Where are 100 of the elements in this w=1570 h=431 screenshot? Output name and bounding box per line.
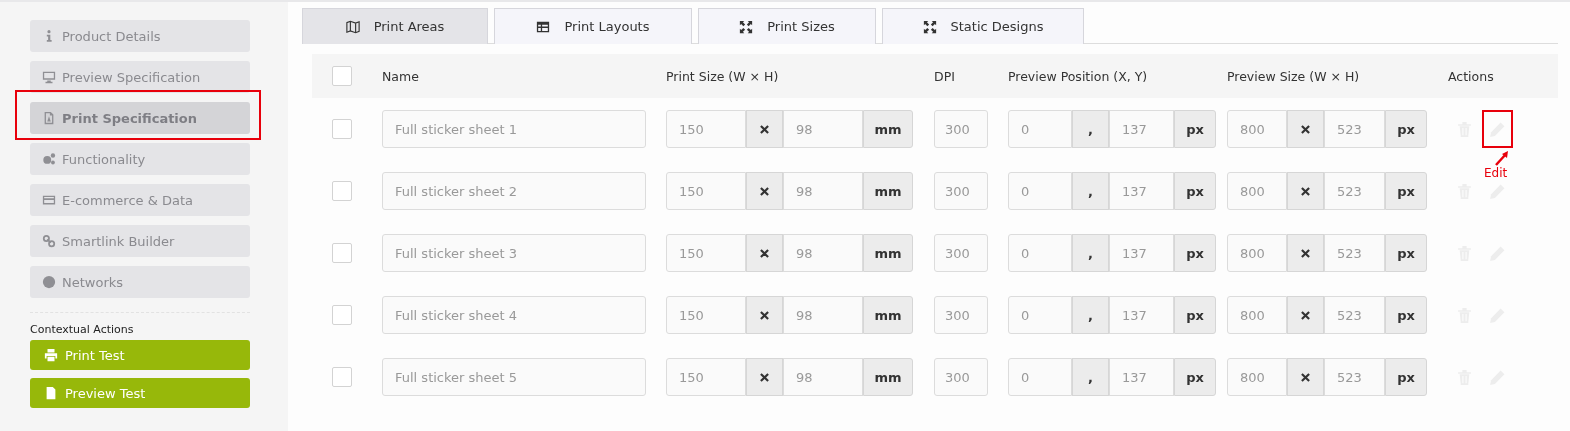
- unit-addon: px: [1174, 296, 1216, 334]
- y-field[interactable]: 137: [1109, 234, 1174, 272]
- x-field[interactable]: 0: [1008, 358, 1072, 396]
- height-field[interactable]: 523: [1324, 234, 1385, 272]
- dpi-field[interactable]: 300: [934, 234, 988, 272]
- width-field[interactable]: 150: [666, 358, 746, 396]
- credit-card-icon: [42, 193, 56, 207]
- name-field[interactable]: Full sticker sheet 1: [382, 110, 646, 148]
- column-header: Name: [382, 68, 420, 84]
- checkbox[interactable]: [332, 367, 352, 387]
- name-field[interactable]: Full sticker sheet 5: [382, 358, 646, 396]
- close-icon: [760, 372, 769, 382]
- unit-addon: mm: [863, 358, 913, 396]
- close-icon: [1301, 372, 1310, 382]
- name-field[interactable]: Full sticker sheet 2: [382, 172, 646, 210]
- expand-icon: [739, 19, 754, 34]
- unit-addon: px: [1174, 234, 1216, 272]
- tab[interactable]: Print Layouts: [494, 8, 692, 44]
- close-icon: [760, 186, 769, 196]
- height-field[interactable]: 98: [783, 358, 863, 396]
- height-field[interactable]: 523: [1324, 110, 1385, 148]
- height-field[interactable]: 98: [783, 296, 863, 334]
- checkbox[interactable]: [332, 119, 352, 139]
- expand-icon: [922, 19, 937, 34]
- height-field[interactable]: 523: [1324, 296, 1385, 334]
- y-field[interactable]: 137: [1109, 110, 1174, 148]
- height-field[interactable]: 98: [783, 234, 863, 272]
- column-header: Preview Position (X, Y): [1008, 68, 1149, 84]
- unit-addon: mm: [863, 110, 913, 148]
- column-header: DPI: [934, 68, 956, 84]
- action-button[interactable]: Print Test: [30, 340, 250, 370]
- height-field[interactable]: 98: [783, 110, 863, 148]
- close-icon: [1301, 248, 1310, 258]
- printer-icon: [44, 348, 58, 362]
- separator-addon: ,: [1072, 110, 1109, 148]
- checkbox[interactable]: [332, 305, 352, 325]
- dpi-field[interactable]: 300: [934, 172, 988, 210]
- y-field[interactable]: 137: [1109, 358, 1174, 396]
- name-field[interactable]: Full sticker sheet 4: [382, 296, 646, 334]
- x-field[interactable]: 0: [1008, 110, 1072, 148]
- height-field[interactable]: 523: [1324, 172, 1385, 210]
- close-icon: [760, 124, 769, 134]
- separator-addon: ,: [1072, 296, 1109, 334]
- tab[interactable]: Print Areas: [302, 8, 488, 44]
- dpi-field[interactable]: 300: [934, 358, 988, 396]
- checkbox[interactable]: [332, 243, 352, 263]
- unit-addon: px: [1174, 110, 1216, 148]
- table-icon: [536, 19, 551, 34]
- sidebar-item[interactable]: Smartlink Builder: [30, 225, 250, 257]
- document-icon: [44, 386, 58, 400]
- callout-arrow: [1494, 150, 1510, 166]
- sidebar-item[interactable]: Networks: [30, 266, 250, 298]
- x-field[interactable]: 0: [1008, 234, 1072, 272]
- unit-addon: mm: [863, 296, 913, 334]
- x-field[interactable]: 0: [1008, 172, 1072, 210]
- document-icon: [42, 111, 56, 125]
- width-field[interactable]: 150: [666, 110, 746, 148]
- checkbox[interactable]: [332, 181, 352, 201]
- close-icon: [1301, 124, 1310, 134]
- unit-addon: px: [1385, 358, 1427, 396]
- y-field[interactable]: 137: [1109, 296, 1174, 334]
- width-field[interactable]: 150: [666, 172, 746, 210]
- sidebar-item[interactable]: Functionality: [30, 143, 250, 175]
- action-button[interactable]: Preview Test: [30, 378, 250, 408]
- unit-addon: px: [1385, 110, 1427, 148]
- sidebar-item[interactable]: Preview Specification: [30, 61, 250, 93]
- width-field[interactable]: 800: [1227, 234, 1287, 272]
- name-field[interactable]: Full sticker sheet 3: [382, 234, 646, 272]
- tab[interactable]: Print Sizes: [698, 8, 876, 44]
- unit-addon: px: [1174, 172, 1216, 210]
- column-header: Actions: [1448, 68, 1495, 84]
- separator-addon: ,: [1072, 358, 1109, 396]
- map-icon: [345, 19, 360, 34]
- close-icon: [760, 310, 769, 320]
- unit-addon: mm: [863, 234, 913, 272]
- link-icon: [42, 234, 56, 248]
- x-field[interactable]: 0: [1008, 296, 1072, 334]
- unit-addon: px: [1174, 358, 1216, 396]
- width-field[interactable]: 150: [666, 234, 746, 272]
- width-field[interactable]: 800: [1227, 172, 1287, 210]
- monitor-icon: [42, 70, 56, 84]
- unit-addon: px: [1385, 234, 1427, 272]
- width-field[interactable]: 800: [1227, 110, 1287, 148]
- section-label: Contextual Actions: [30, 323, 135, 336]
- unit-addon: px: [1385, 172, 1427, 210]
- sidebar-item[interactable]: Product Details: [30, 20, 250, 52]
- column-header: Preview Size (W × H): [1227, 68, 1361, 84]
- dpi-field[interactable]: 300: [934, 110, 988, 148]
- width-field[interactable]: 800: [1227, 358, 1287, 396]
- sidebar-item[interactable]: E-commerce & Data: [30, 184, 250, 216]
- width-field[interactable]: 150: [666, 296, 746, 334]
- checkbox[interactable]: [332, 66, 352, 86]
- y-field[interactable]: 137: [1109, 172, 1174, 210]
- gears-icon: [42, 152, 56, 166]
- height-field[interactable]: 98: [783, 172, 863, 210]
- sidebar-item[interactable]: Print Specification: [30, 102, 250, 134]
- dpi-field[interactable]: 300: [934, 296, 988, 334]
- width-field[interactable]: 800: [1227, 296, 1287, 334]
- tab[interactable]: Static Designs: [882, 8, 1084, 44]
- height-field[interactable]: 523: [1324, 358, 1385, 396]
